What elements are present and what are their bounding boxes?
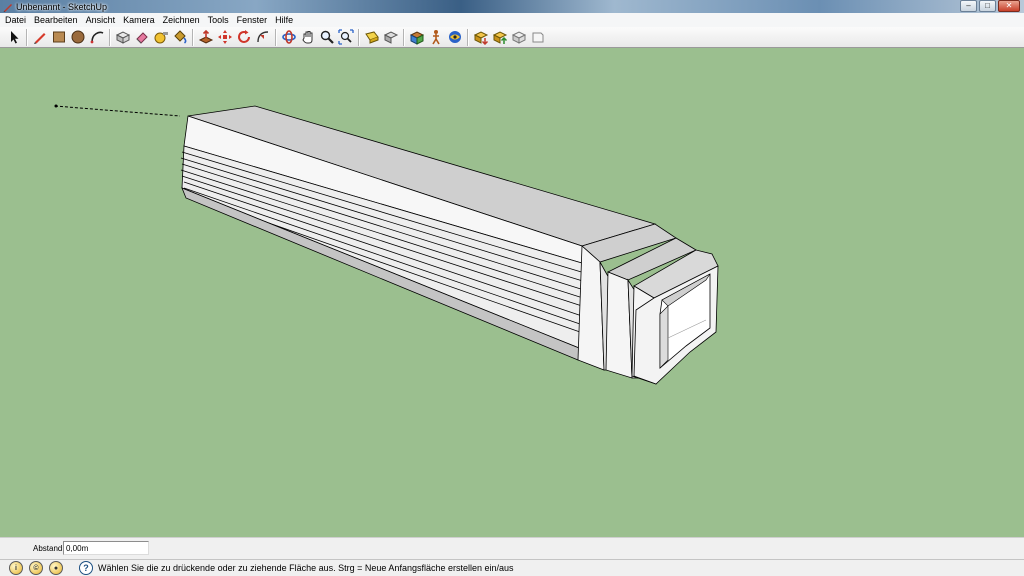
credits-icon[interactable]: ©: [29, 561, 43, 575]
toolbar-separator: [109, 28, 110, 46]
toolbar-separator: [26, 28, 27, 46]
rectangle-icon[interactable]: [49, 28, 68, 47]
zoom-icon[interactable]: [317, 28, 336, 47]
pencil-line-icon[interactable]: [30, 28, 49, 47]
push-pull-icon[interactable]: [196, 28, 215, 47]
menu-hilfe[interactable]: Hilfe: [271, 15, 297, 25]
measurements-label: Abstand: [33, 544, 63, 553]
opening-inner-left: [659, 305, 669, 369]
window-title: Unbenannt - SketchUp: [16, 1, 108, 12]
menu-zeichnen[interactable]: Zeichnen: [159, 15, 204, 25]
inference-point: [54, 104, 58, 108]
share-model-icon[interactable]: [490, 28, 509, 47]
status-message: Wählen Sie die zu drückende oder zu zieh…: [98, 563, 514, 573]
standard-views-icon[interactable]: [407, 28, 426, 47]
toolbar-separator: [358, 28, 359, 46]
menu-fenster[interactable]: Fenster: [233, 15, 272, 25]
toolbar-separator: [275, 28, 276, 46]
menu-ansicht[interactable]: Ansicht: [82, 15, 120, 25]
menu-datei[interactable]: Datei: [0, 15, 30, 25]
orbit-icon[interactable]: [279, 28, 298, 47]
status-bar: i © ● ? Wählen Sie die zu drückende oder…: [0, 559, 1024, 576]
previous-view-icon[interactable]: [362, 28, 381, 47]
component-share-icon[interactable]: [509, 28, 528, 47]
get-models-icon[interactable]: [471, 28, 490, 47]
walk-icon[interactable]: [426, 28, 445, 47]
move-icon[interactable]: [215, 28, 234, 47]
user-icon[interactable]: ●: [49, 561, 63, 575]
measurements-bar: Abstand: [0, 537, 1024, 559]
select-arrow-icon[interactable]: [4, 28, 23, 47]
make-component-icon[interactable]: [113, 28, 132, 47]
main-toolbar: [0, 27, 1024, 48]
circle-icon[interactable]: [68, 28, 87, 47]
title-bar[interactable]: Unbenannt - SketchUp – □ ✕: [0, 0, 1024, 13]
menu-tools[interactable]: Tools: [204, 15, 233, 25]
minimize-button[interactable]: –: [960, 0, 977, 12]
help-icon[interactable]: ?: [79, 561, 93, 575]
pan-hand-icon[interactable]: [298, 28, 317, 47]
toolbar-separator: [192, 28, 193, 46]
extension-icon[interactable]: [528, 28, 547, 47]
next-view-icon[interactable]: [381, 28, 400, 47]
menu-kamera[interactable]: Kamera: [119, 15, 159, 25]
rotate-icon[interactable]: [234, 28, 253, 47]
drawing-viewport[interactable]: [0, 48, 1024, 537]
sketchup-app-icon: [2, 1, 13, 12]
toolbar-separator: [467, 28, 468, 46]
position-camera-icon[interactable]: [445, 28, 464, 47]
eraser-icon[interactable]: [132, 28, 151, 47]
paint-bucket-icon[interactable]: [170, 28, 189, 47]
arc-icon[interactable]: [87, 28, 106, 47]
extruded-profile-model[interactable]: [0, 48, 1024, 537]
menu-bar: Datei Bearbeiten Ansicht Kamera Zeichnen…: [0, 13, 1024, 28]
window-controls: – □ ✕: [960, 0, 1020, 12]
menu-bearbeiten[interactable]: Bearbeiten: [30, 15, 82, 25]
geo-location-icon[interactable]: i: [9, 561, 23, 575]
inference-dashed-line: [54, 105, 181, 117]
follow-me-icon[interactable]: [253, 28, 272, 47]
close-button[interactable]: ✕: [998, 0, 1020, 12]
measurements-input[interactable]: [63, 541, 149, 555]
tape-measure-icon[interactable]: [151, 28, 170, 47]
toolbar-separator: [403, 28, 404, 46]
maximize-button[interactable]: □: [979, 0, 996, 12]
zoom-extents-icon[interactable]: [336, 28, 355, 47]
